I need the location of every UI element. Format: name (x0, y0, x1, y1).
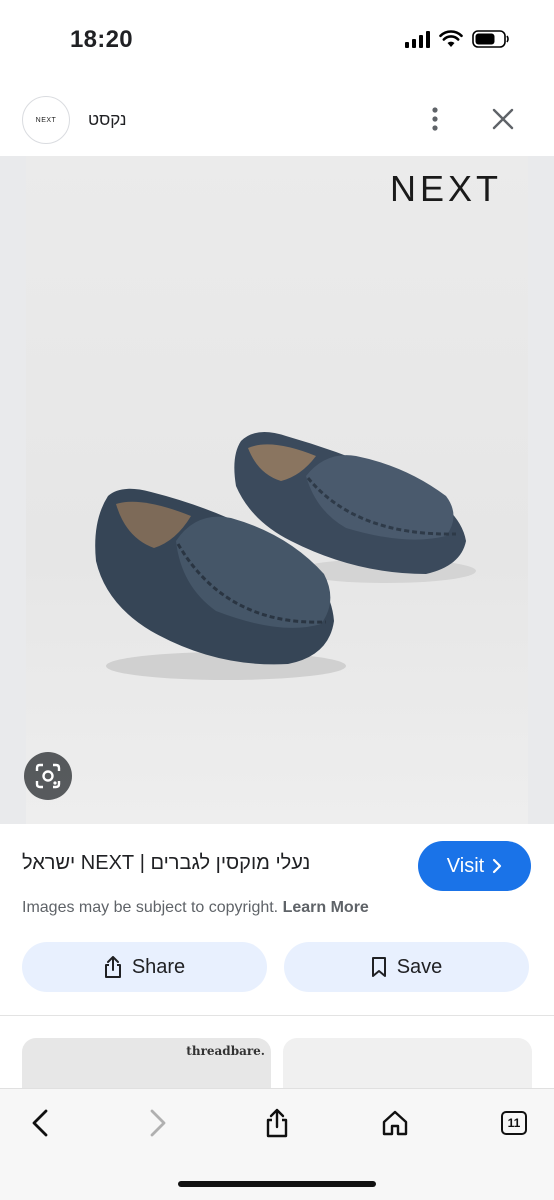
tab-count-icon: 11 (501, 1111, 527, 1135)
share-button[interactable]: Share (22, 942, 267, 992)
lens-icon (35, 763, 61, 789)
tabs-button[interactable]: 11 (494, 1103, 534, 1143)
cellular-signal-icon (405, 30, 430, 48)
save-label: Save (396, 955, 443, 978)
more-options-button[interactable] (420, 104, 450, 134)
brand-watermark: NEXT (390, 168, 503, 209)
site-logo[interactable]: NEXT (22, 96, 70, 144)
google-lens-button[interactable] (24, 752, 72, 800)
status-bar: 18:20 (0, 0, 554, 82)
image-preview-area: NEXT (0, 156, 554, 824)
home-icon (382, 1110, 408, 1136)
result-title[interactable]: נעלי מוקסין לגברים | NEXT ישראל (22, 852, 382, 875)
share-label: Share (131, 955, 186, 978)
battery-icon (472, 30, 509, 48)
home-button[interactable] (375, 1103, 415, 1143)
chevron-right-icon (493, 858, 502, 874)
status-time: 18:20 (70, 26, 133, 53)
site-logo-text: NEXT (35, 116, 57, 124)
more-vert-icon (432, 107, 438, 131)
wifi-icon (439, 30, 463, 47)
status-icons (405, 30, 510, 48)
share-icon (104, 956, 121, 978)
share-icon (266, 1108, 288, 1138)
close-button[interactable] (488, 104, 518, 134)
visit-label: Visit (446, 854, 485, 877)
share-page-button[interactable] (257, 1103, 297, 1143)
copyright-text: Images may be subject to copyright. (22, 899, 279, 916)
result-header: NEXT נקסט (0, 82, 554, 156)
chevron-left-icon (32, 1109, 48, 1137)
back-button[interactable] (20, 1103, 60, 1143)
learn-more-link[interactable]: Learn More (283, 899, 369, 916)
copyright-notice: Images may be subject to copyright. Lear… (22, 899, 369, 917)
section-divider (0, 1015, 554, 1016)
save-button[interactable]: Save (284, 942, 529, 992)
related-card-label: threadbare. (186, 1044, 265, 1058)
product-image[interactable]: NEXT (26, 156, 528, 824)
visit-button[interactable]: Visit (418, 841, 531, 891)
home-indicator (178, 1181, 376, 1187)
moccasin-slippers-illustration (95, 432, 476, 680)
forward-button[interactable] (138, 1103, 178, 1143)
chevron-right-icon (150, 1109, 166, 1137)
site-name[interactable]: נקסט (88, 110, 127, 130)
bookmark-icon (371, 957, 386, 977)
close-icon (492, 108, 514, 130)
